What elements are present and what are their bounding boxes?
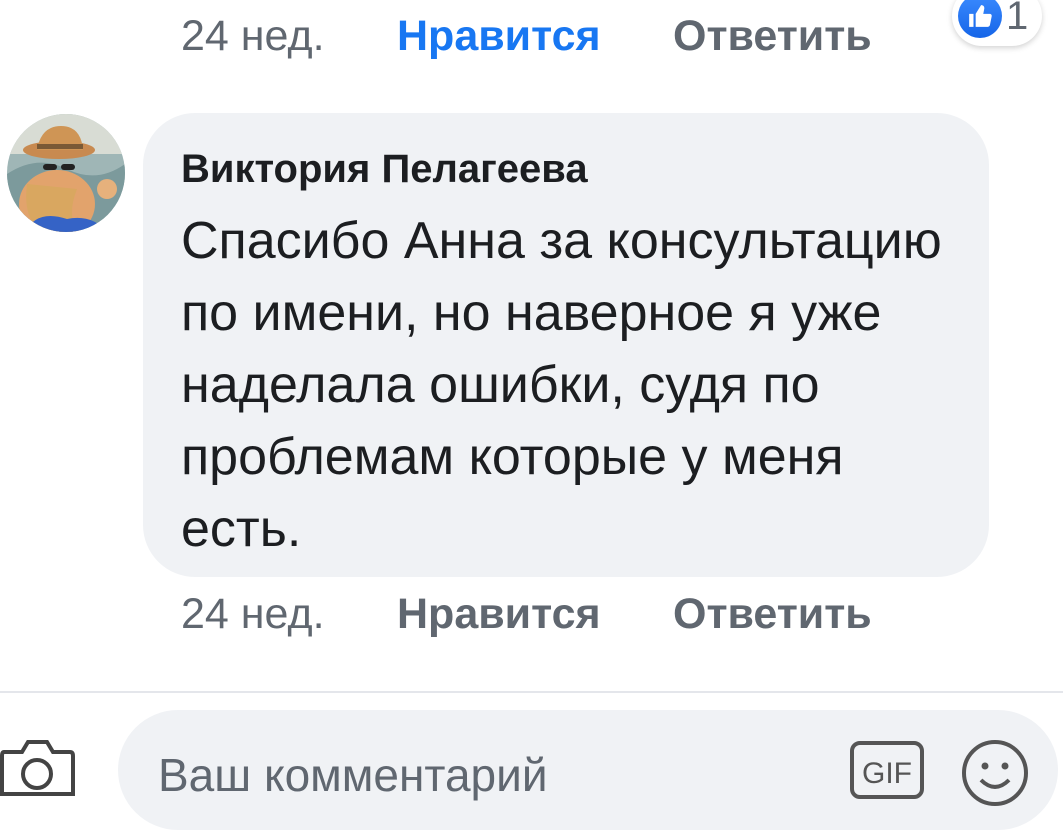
reaction-count: 1 <box>1006 0 1029 38</box>
comment-reply-button[interactable]: Ответить <box>673 590 872 639</box>
svg-text:GIF: GIF <box>862 757 912 790</box>
previous-comment-like-button[interactable]: Нравится <box>397 12 601 61</box>
previous-comment-time[interactable]: 24 нед. <box>181 12 325 61</box>
avatar[interactable] <box>7 114 125 232</box>
thumbs-up-icon <box>958 0 1002 38</box>
reaction-summary[interactable]: 1 <box>952 0 1042 46</box>
comment-like-button[interactable]: Нравится <box>397 590 601 639</box>
gif-icon[interactable]: GIF <box>849 740 925 800</box>
emoji-icon[interactable] <box>960 738 1030 808</box>
comment-text: Спасибо Анна за консультацию по имени, н… <box>181 212 942 558</box>
comment-bubble[interactable]: Виктория Пелагеева Спасибо Анна за консу… <box>143 113 989 577</box>
comment-composer[interactable]: GIF <box>118 710 1058 830</box>
comment-input[interactable] <box>156 744 800 806</box>
camera-icon[interactable] <box>0 738 75 798</box>
comment-time[interactable]: 24 нед. <box>181 590 325 639</box>
previous-comment-reply-button[interactable]: Ответить <box>673 12 872 61</box>
divider <box>0 691 1063 693</box>
comment-author[interactable]: Виктория Пелагеева <box>181 147 588 192</box>
